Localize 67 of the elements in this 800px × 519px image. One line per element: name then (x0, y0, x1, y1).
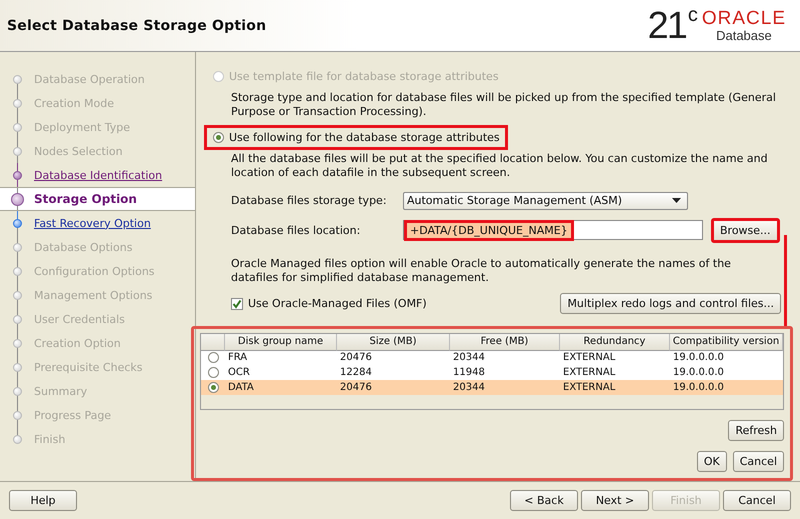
page-title: Select Database Storage Option (7, 18, 266, 34)
column-header[interactable]: Disk group name (225, 334, 337, 350)
table-cell-text: 19.0.0.0.0 (672, 382, 725, 393)
table-cell-text: 11948 (452, 367, 486, 378)
table-cell-text: 20344 (452, 352, 486, 363)
check-icon (232, 298, 242, 308)
table-row[interactable]: FRA 20476 20344 EXTERNAL 19.0.0.0.0 (201, 350, 783, 365)
step-dot-icon (13, 435, 22, 444)
step-dot-icon (13, 147, 22, 156)
omf-checkbox[interactable]: Use Oracle-Managed Files (OMF) (231, 297, 427, 310)
row-radio[interactable] (208, 352, 218, 363)
table-cell-text: 19.0.0.0.0 (672, 367, 725, 378)
cancel-button[interactable]: Cancel (723, 490, 791, 511)
column-header[interactable]: Free (MB) (450, 334, 560, 350)
column-header (201, 334, 225, 350)
option-description: All the database files will be put at the specified location below. You can customize the name and location of each datafile in the subsequent screen. (231, 152, 769, 180)
step-dot-icon (13, 411, 22, 420)
multiplex-button[interactable]: Multiplex redo logs and control files... (560, 293, 781, 314)
cancel-button[interactable]: Cancel (732, 451, 784, 472)
table-row[interactable]: DATA 20476 20344 EXTERNAL 19.0.0.0.0 (201, 380, 783, 395)
table-cell-text: OCR (227, 367, 251, 378)
table-cell-text: EXTERNAL (562, 367, 616, 378)
row-radio[interactable] (208, 382, 218, 393)
location-field[interactable]: +DATA/{DB_UNIQUE_NAME} (403, 220, 703, 240)
table-cell-text: 19.0.0.0.0 (672, 352, 725, 363)
table-cell-text: 20476 (339, 382, 373, 393)
storage-type-dropdown[interactable]: Automatic Storage Management (ASM) (403, 192, 688, 210)
table-cell-text: FRA (227, 352, 248, 363)
step-dot-icon (13, 315, 22, 324)
column-header[interactable]: Redundancy (560, 334, 670, 350)
table-cell-text: 20476 (339, 352, 373, 363)
step-dot-icon (13, 387, 22, 396)
table-cell-text: 12284 (339, 367, 373, 378)
option-description: Storage type and location for database files will be picked up from the specified template (General Purpose or Transaction Processing). (231, 91, 776, 119)
column-header[interactable]: Size (MB) (337, 334, 450, 350)
step-dot-icon (13, 75, 22, 84)
ok-button[interactable]: OK (696, 451, 727, 472)
table-cell-text: EXTERNAL (562, 382, 616, 393)
wizard-step[interactable]: Database Identification (0, 163, 195, 187)
row-radio[interactable] (208, 367, 218, 378)
step-dot-icon (11, 193, 24, 206)
step-dot-icon (13, 243, 22, 252)
column-header[interactable]: Compatibility version (670, 334, 783, 350)
step-dot-icon (13, 123, 22, 132)
table-cell-text: 20344 (452, 382, 486, 393)
browse-button[interactable]: Browse... (711, 218, 780, 242)
step-dot-icon (13, 171, 22, 180)
wizard-step[interactable]: Fast Recovery Option (0, 211, 195, 235)
help-button[interactable]: Help (9, 490, 77, 511)
step-dot-icon (13, 339, 22, 348)
step-dot-icon (13, 219, 22, 228)
table-row[interactable]: OCR 12284 11948 EXTERNAL 19.0.0.0.0 (201, 365, 783, 380)
field-label: Database files storage type: (231, 194, 388, 207)
caret-icon (672, 198, 681, 203)
radio-option[interactable]: Use following for the database storage attributes (204, 125, 508, 150)
table-cell-text: DATA (227, 382, 255, 393)
current-step[interactable]: Storage Option (0, 187, 195, 211)
step-dot-icon (13, 363, 22, 372)
step-dot-icon (13, 267, 22, 276)
next-button[interactable]: Next > (581, 490, 649, 511)
back-button[interactable]: < Back (510, 490, 578, 511)
omf-description: Oracle Managed files option will enable Oracle to automatically generate the names of the datafiles for simplified database management. (231, 257, 732, 285)
step-dot-icon (13, 99, 22, 108)
step-dot-icon (13, 291, 22, 300)
table-cell-text: EXTERNAL (562, 352, 616, 363)
refresh-button[interactable]: Refresh (728, 420, 784, 441)
field-label: Database files location: (231, 224, 362, 236)
